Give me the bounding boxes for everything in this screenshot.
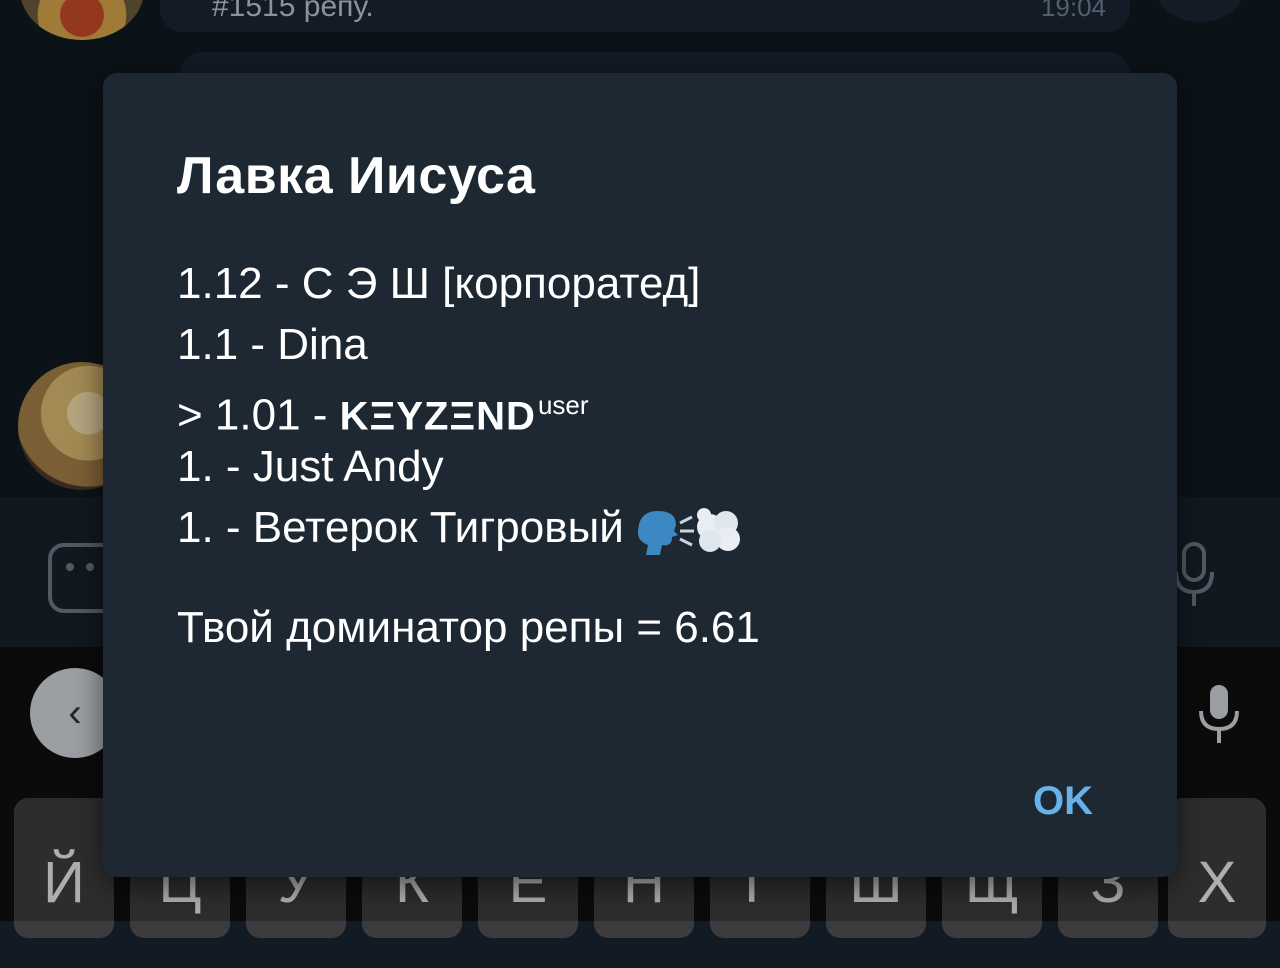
dialog-footer-text: Твой доминатор репы = 6.61: [177, 603, 760, 652]
list-item: 1. - Just Andy: [177, 442, 444, 491]
dialog-list: 1.12 - С Э Ш [корпоратед] 1.1 - Dina > 1…: [177, 253, 744, 558]
ok-button[interactable]: OK: [1013, 773, 1113, 829]
list-item-text: 1. - Ветерок Тигровый: [177, 503, 624, 552]
brand-superscript: user: [537, 390, 589, 420]
list-item: 1.12 - С Э Ш [корпоратед]: [177, 259, 701, 308]
list-item: 1. - Ветерок Тигровый: [177, 497, 744, 558]
list-item: 1.1 - Dina: [177, 320, 368, 369]
list-item-prefix: > 1.01 -: [177, 390, 340, 440]
list-item: > 1.01 - KΞYZΞNDuser: [177, 375, 744, 440]
brand-name: KΞYZΞND: [339, 394, 536, 439]
face-blowing-wind-icon: [637, 508, 740, 556]
dialog-title: Лавка Иисуса: [177, 147, 536, 205]
alert-dialog: Лавка Иисуса 1.12 - С Э Ш [корпоратед] 1…: [103, 73, 1177, 877]
